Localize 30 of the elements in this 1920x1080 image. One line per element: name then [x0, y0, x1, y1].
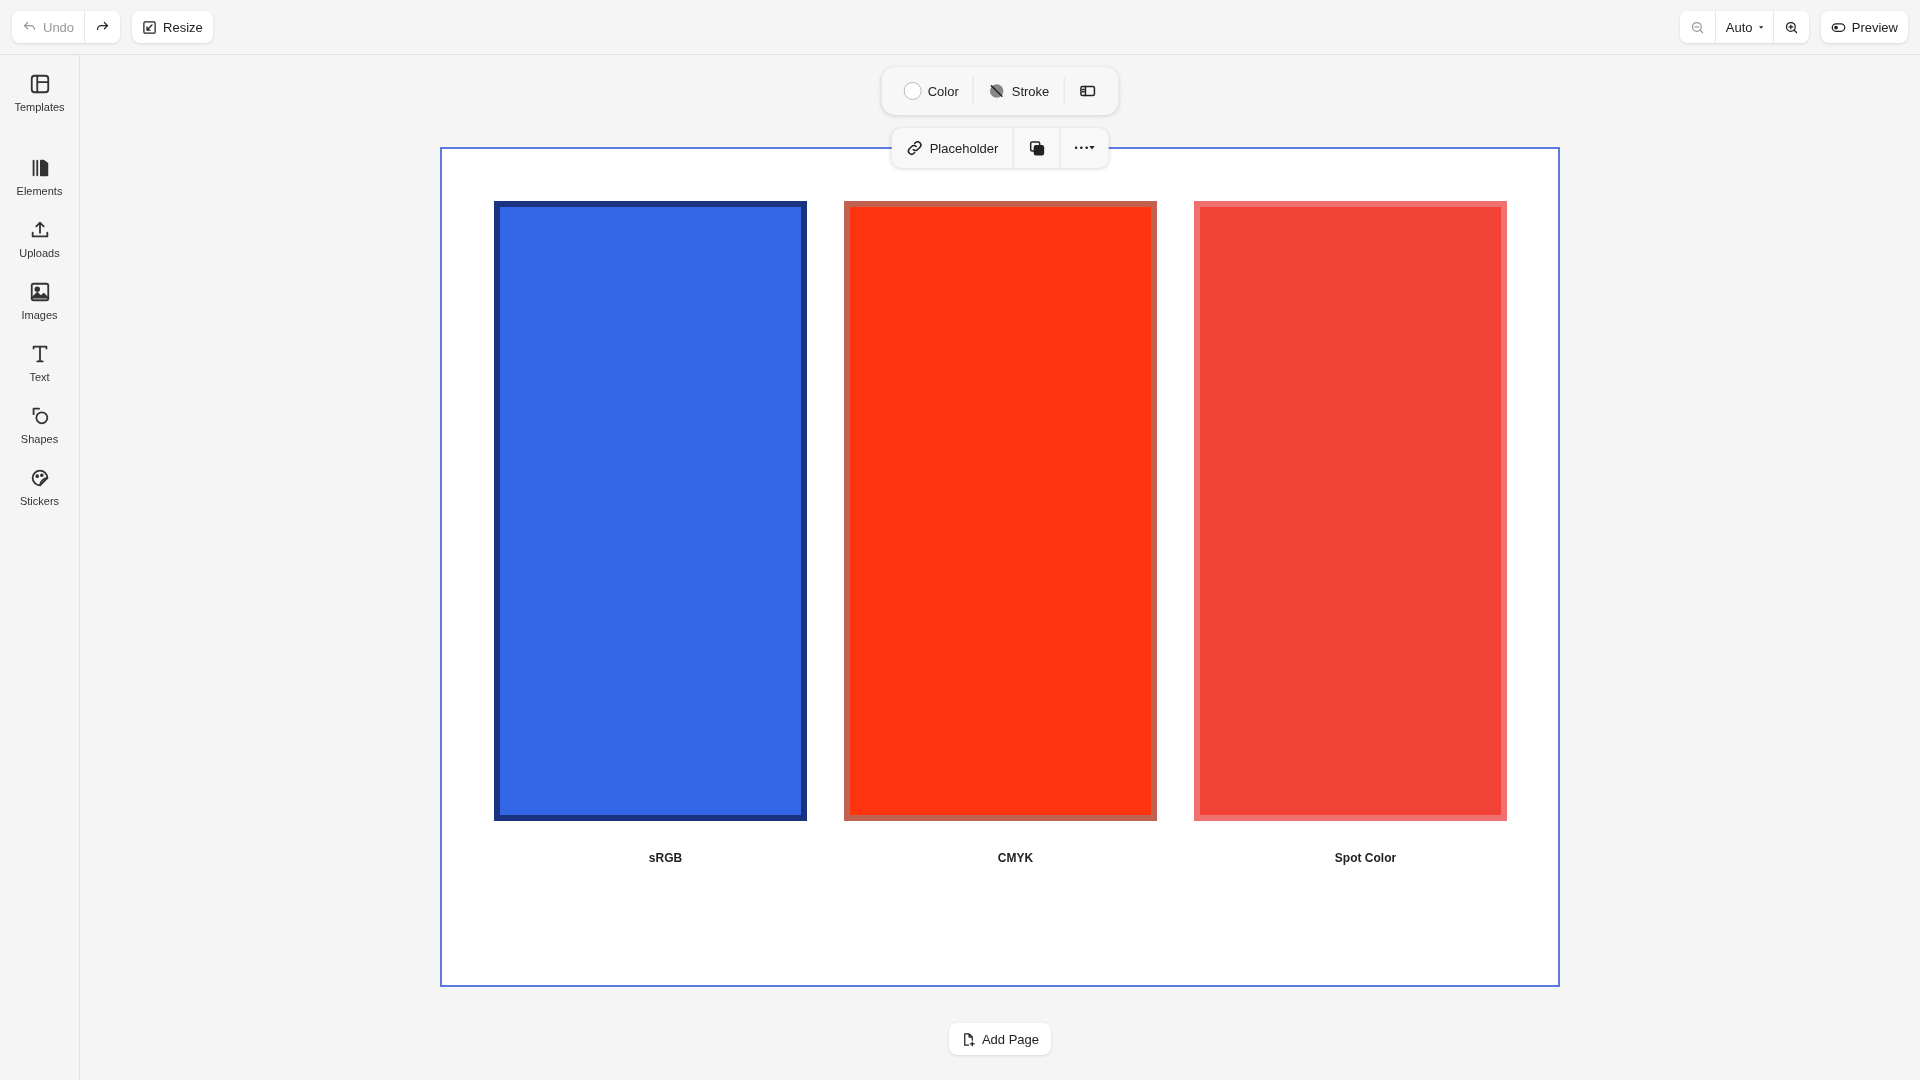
swatch-label: sRGB — [647, 851, 683, 865]
sidebar-item[interactable]: Images — [4, 277, 75, 325]
zoom-in-button[interactable] — [1772, 11, 1809, 43]
no-stroke-icon — [987, 82, 1006, 100]
stroke-button[interactable]: Stroke — [972, 77, 1064, 105]
add-page-button[interactable]: Add Page — [948, 1023, 1052, 1055]
layout-icon — [28, 73, 51, 95]
sidebar-item[interactable]: Uploads — [4, 215, 75, 263]
link-icon — [905, 139, 924, 157]
placeholder-button[interactable]: Placeholder — [891, 128, 1013, 168]
sidebar-item[interactable]: Stickers — [4, 463, 75, 511]
sidebar-item[interactable]: Shapes — [4, 401, 75, 449]
more-icon — [1074, 146, 1095, 150]
zoom-out-icon — [1689, 19, 1705, 35]
zoom-in-icon — [1783, 19, 1799, 35]
color-button[interactable]: Color — [889, 77, 973, 105]
image-icon — [28, 281, 51, 303]
zoom-dropdown[interactable]: Auto — [1714, 11, 1773, 43]
resize-button[interactable]: Resize — [132, 11, 213, 43]
sidebar-item[interactable]: Templates — [4, 69, 75, 117]
caret-icon — [1758, 24, 1763, 30]
sidebar-item[interactable]: Elements — [4, 153, 75, 201]
resize-icon — [142, 19, 158, 35]
duplicate-icon — [1027, 139, 1046, 157]
sidebar-item[interactable]: Text — [4, 339, 75, 387]
color-swatch-icon — [903, 82, 922, 100]
swatch-label: Spot Color — [1333, 851, 1397, 865]
redo-button[interactable] — [84, 11, 121, 43]
preview-button[interactable]: Preview — [1820, 11, 1908, 43]
swatch-label: CMYK — [996, 851, 1034, 865]
